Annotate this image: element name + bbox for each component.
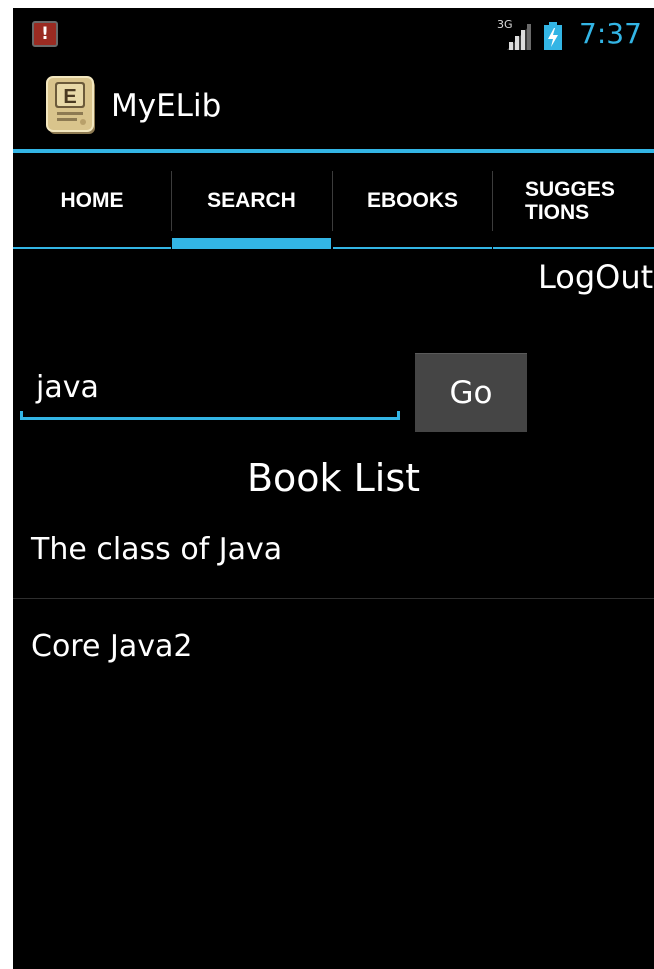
search-input[interactable]: java xyxy=(20,360,400,420)
signal-icon: 3G xyxy=(497,18,533,50)
tab-ebooks[interactable]: EBOOKS xyxy=(333,153,492,249)
tab-suggestions[interactable]: SUGGESTIONS xyxy=(493,153,654,249)
tab-label: SEARCH xyxy=(207,189,296,212)
tab-bar: HOME SEARCH EBOOKS SUGGESTIONS xyxy=(13,153,654,249)
tab-indicator xyxy=(493,247,654,249)
alert-icon[interactable]: ! xyxy=(32,21,58,47)
status-bar: ! 3G 7:37 xyxy=(13,8,654,58)
tab-indicator xyxy=(13,247,171,249)
svg-text:E: E xyxy=(63,86,76,108)
input-underline-tick xyxy=(20,411,23,420)
logout-link[interactable]: LogOut xyxy=(538,258,653,296)
tab-home[interactable]: HOME xyxy=(13,153,171,249)
battery-charging-icon xyxy=(544,22,562,50)
go-button[interactable]: Go xyxy=(415,353,527,432)
list-item[interactable]: Core Java2 xyxy=(13,599,654,689)
book-list-title: Book List xyxy=(246,456,421,500)
book-title: Core Java2 xyxy=(31,629,193,664)
tab-label: SUGGESTIONS xyxy=(525,178,615,224)
tab-indicator xyxy=(333,247,492,249)
app-screen: ! 3G 7:37 E MyELib HOME SEARCH EBOOKS SU… xyxy=(13,8,654,969)
tab-label: EBOOKS xyxy=(366,189,458,212)
ebook-app-icon[interactable]: E xyxy=(43,74,103,138)
tab-label: HOME xyxy=(60,189,124,212)
input-underline xyxy=(20,417,400,420)
app-title: MyELib xyxy=(111,88,222,124)
book-title: The class of Java xyxy=(31,532,283,567)
action-bar: E MyELib xyxy=(13,58,654,150)
list-item[interactable]: The class of Java xyxy=(13,508,654,598)
search-input-value: java xyxy=(36,370,99,405)
tab-indicator-active xyxy=(172,238,331,249)
tab-search[interactable]: SEARCH xyxy=(172,153,331,249)
input-underline-tick xyxy=(397,411,400,420)
clock: 7:37 xyxy=(579,17,642,50)
